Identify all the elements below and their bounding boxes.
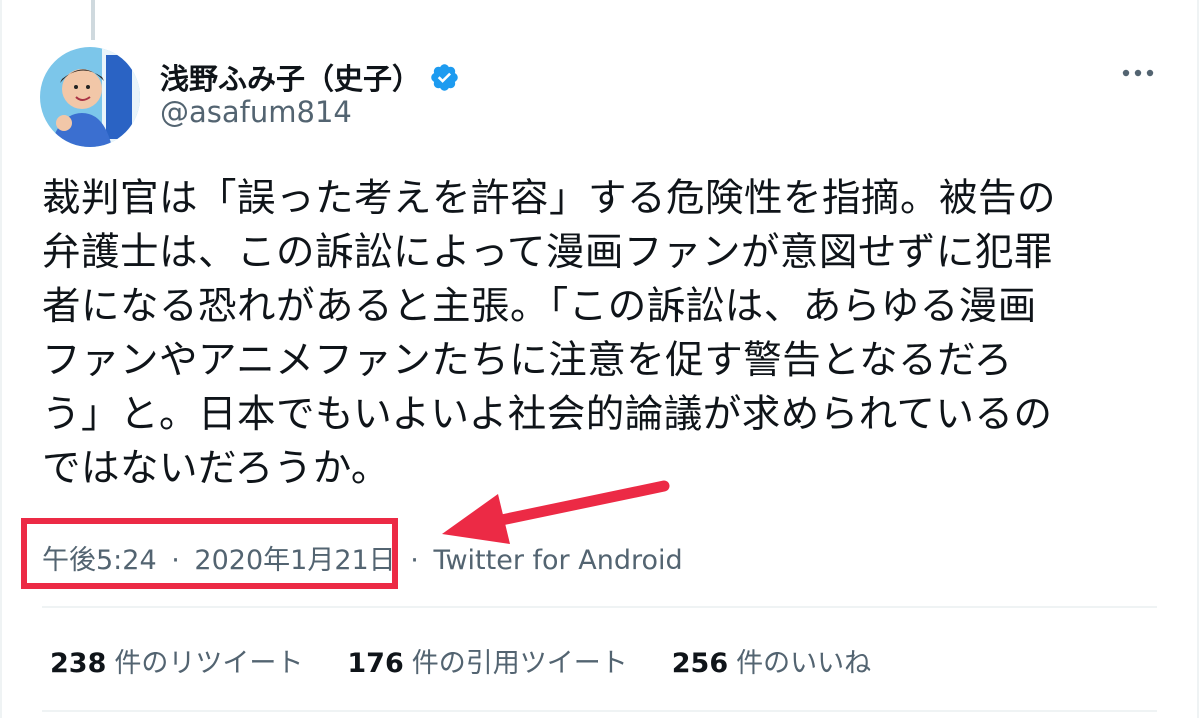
tweet-text-line: ファンやアニメファンたちに注意を促す警告となるだろ	[42, 338, 1013, 383]
divider	[42, 710, 1157, 712]
like-count-link[interactable]: 256 件のいいね	[672, 641, 871, 680]
retweet-count-link[interactable]: 238 件のリツイート	[50, 641, 303, 680]
tweet-container: 浅野ふみ子（史子） @asafum814 裁判官は「誤った考えを許容」する危険性…	[0, 0, 1199, 718]
retweet-count: 238	[50, 648, 107, 679]
divider	[42, 606, 1157, 608]
like-label: 件のいいね	[736, 648, 872, 679]
tweet-text-line: う」と。日本でもいよいよ社会的論議が求められているの	[42, 392, 1053, 437]
tweet-stats: 238 件のリツイート 176 件の引用ツイート 256 件のいいね	[50, 641, 915, 680]
red-arrow-icon	[442, 480, 670, 544]
more-options-icon[interactable]	[1118, 58, 1158, 88]
meta-separator: ·	[410, 545, 419, 576]
tweet-text: 裁判官は「誤った考えを許容」する危険性を指摘。被告の 弁護士は、この訴訟によって…	[42, 172, 1157, 496]
thread-connector-line	[91, 0, 95, 40]
quote-label: 件の引用ツイート	[411, 648, 628, 679]
tweet-text-line: 者になる恐れがあると主張。「この訴訟は、あらゆる漫画	[42, 284, 1037, 329]
verified-badge-icon	[431, 63, 458, 91]
quote-count-link[interactable]: 176 件の引用ツイート	[347, 641, 627, 680]
like-count: 256	[671, 648, 729, 679]
quote-count: 176	[347, 648, 404, 679]
retweet-label: 件のリツイート	[114, 648, 304, 679]
tweet-text-line: 裁判官は「誤った考えを許容」する危険性を指摘。被告の	[42, 176, 1057, 221]
author-display-name[interactable]: 浅野ふみ子（史子）	[160, 56, 421, 98]
avatar[interactable]	[40, 47, 140, 147]
author-display-name-row[interactable]: 浅野ふみ子（史子）	[160, 56, 460, 98]
annotation-highlight-box	[21, 518, 398, 589]
author-handle[interactable]: @asafum814	[160, 95, 352, 129]
tweet-text-line: 弁護士は、この訴訟によって漫画ファンが意図せずに犯罪	[42, 230, 1053, 275]
